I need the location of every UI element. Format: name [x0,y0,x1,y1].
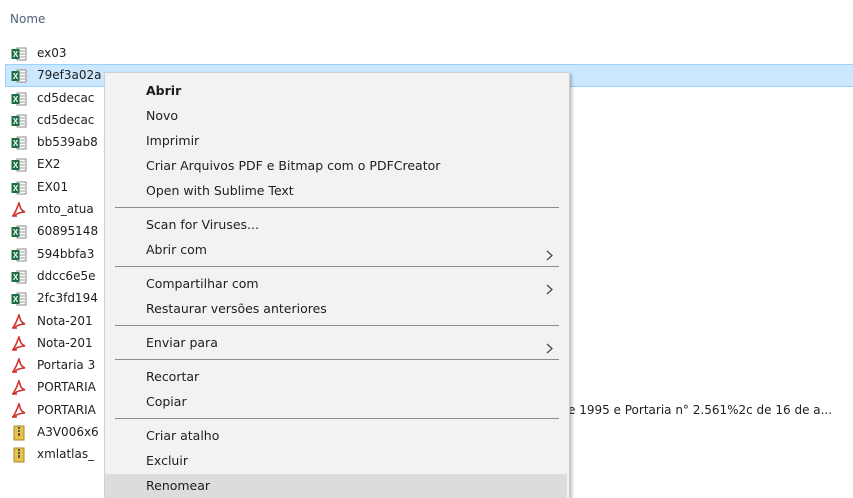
menu-item-copiar[interactable]: Copiar [105,390,569,414]
chevron-right-icon [546,338,553,354]
menu-item-label: Excluir [146,453,188,468]
file-name: Portaria 3 [37,358,96,373]
menu-separator [115,418,559,419]
menu-item-label: Criar atalho [146,428,220,443]
file-name: mto_atua [37,202,94,217]
pdf-file-icon [11,334,27,351]
file-name: bb539ab8 [37,135,98,150]
menu-item-label: Recortar [146,369,200,384]
file-name: PORTARIA [37,380,96,395]
pdf-file-icon [11,356,27,373]
file-name: 60895148 [37,224,99,239]
menu-item-imprimir[interactable]: Imprimir [105,129,569,153]
menu-item-label: Open with Sublime Text [146,183,294,198]
menu-separator [115,325,559,326]
excel-file-icon: X [11,46,27,61]
context-menu: Abrir Novo Imprimir Criar Arquivos PDF e Bi… [104,72,570,498]
svg-text:X: X [13,184,19,193]
pdf-file-icon [11,312,27,329]
pdf-file-icon [11,378,27,396]
menu-item-label: Scan for Viruses... [146,217,259,232]
menu-item-label: Criar Arquivos PDF e Bitmap com o PDFCre… [146,158,441,173]
svg-text:X: X [13,50,19,59]
chevron-right-icon [546,245,553,261]
archive-file-icon [11,425,27,441]
file-name: Nota-201 [37,313,93,328]
excel-file-icon: X [11,180,27,195]
excel-file-icon: X [11,224,27,239]
menu-item-recortar[interactable]: Recortar [105,365,569,389]
excel-file-icon: X [11,113,27,128]
excel-file-icon: X [11,157,27,172]
archive-file-icon [11,447,27,463]
menu-item-label: Abrir com [146,242,207,257]
menu-separator [115,266,559,267]
svg-text:X: X [13,95,19,104]
svg-text:X: X [13,72,19,81]
menu-item-restaurar-versoes-anteriores[interactable]: Restaurar versões anteriores [105,297,569,321]
chevron-right-icon [546,279,553,295]
file-name: 79ef3a02a [37,68,102,83]
file-name: ex03 [37,46,67,60]
file-name-overflow: e 1995 e Portaria n° 2.561%2c de 16 de a… [568,402,833,417]
menu-item-abrir-com[interactable]: Abrir com [105,238,569,262]
pdf-file-icon [11,401,27,418]
file-name: 2fc3fd194 [37,291,98,306]
menu-item-criar-arquivos-pdf-e-bitmap-com-o-pdfcreator[interactable]: Criar Arquivos PDF e Bitmap com o PDFCre… [105,154,569,178]
menu-separator [115,359,559,360]
svg-text:X: X [13,273,19,282]
file-name: ddcc6e5e [37,268,96,283]
excel-file-icon: X [11,91,27,106]
file-name: cd5decac [37,90,95,105]
pdf-file-icon [11,200,27,217]
excel-file-icon: X [11,269,27,284]
menu-item-criar-atalho[interactable]: Criar atalho [105,424,569,448]
menu-item-label: Abrir [146,83,182,98]
svg-text:X: X [13,295,19,304]
excel-file-icon: X [11,135,27,150]
svg-text:X: X [13,228,19,237]
column-header-name[interactable]: Nome [10,12,45,26]
file-row[interactable]: Xex03 [0,42,853,64]
menu-separator [115,207,559,208]
menu-item-compartilhar-com[interactable]: Compartilhar com [105,272,569,296]
menu-item-abrir[interactable]: Abrir [105,79,569,103]
file-name: 594bbfa3 [37,246,95,261]
excel-file-icon: X [11,291,27,306]
file-name: EX01 [37,179,69,194]
menu-item-label: Renomear [146,478,211,493]
svg-text:X: X [13,117,19,126]
menu-item-enviar-para[interactable]: Enviar para [105,331,569,355]
file-name: xmlatlas_ [37,447,95,462]
menu-item-label: Restaurar versões anteriores [146,301,327,316]
svg-text:X: X [13,161,19,170]
file-name: A3V006x6 [37,425,99,440]
file-name: EX2 [37,157,61,172]
menu-item-excluir[interactable]: Excluir [105,449,569,473]
file-name: PORTARIA [37,402,96,417]
menu-item-label: Compartilhar com [146,276,259,291]
menu-item-label: Copiar [146,394,187,409]
menu-item-scan-for-viruses[interactable]: Scan for Viruses... [105,213,569,237]
svg-text:X: X [13,251,19,260]
menu-item-renomear[interactable]: Renomear [105,474,567,498]
svg-text:X: X [13,139,19,148]
menu-item-open-with-sublime-text[interactable]: Open with Sublime Text [105,179,569,203]
menu-item-label: Imprimir [146,133,200,148]
excel-file-icon: X [11,68,27,83]
menu-item-label: Novo [146,108,179,123]
file-name: Nota-201 [37,335,93,350]
menu-item-label: Enviar para [146,335,218,350]
file-name: cd5decac [37,112,95,127]
excel-file-icon: X [11,247,27,262]
menu-item-novo[interactable]: Novo [105,104,569,128]
